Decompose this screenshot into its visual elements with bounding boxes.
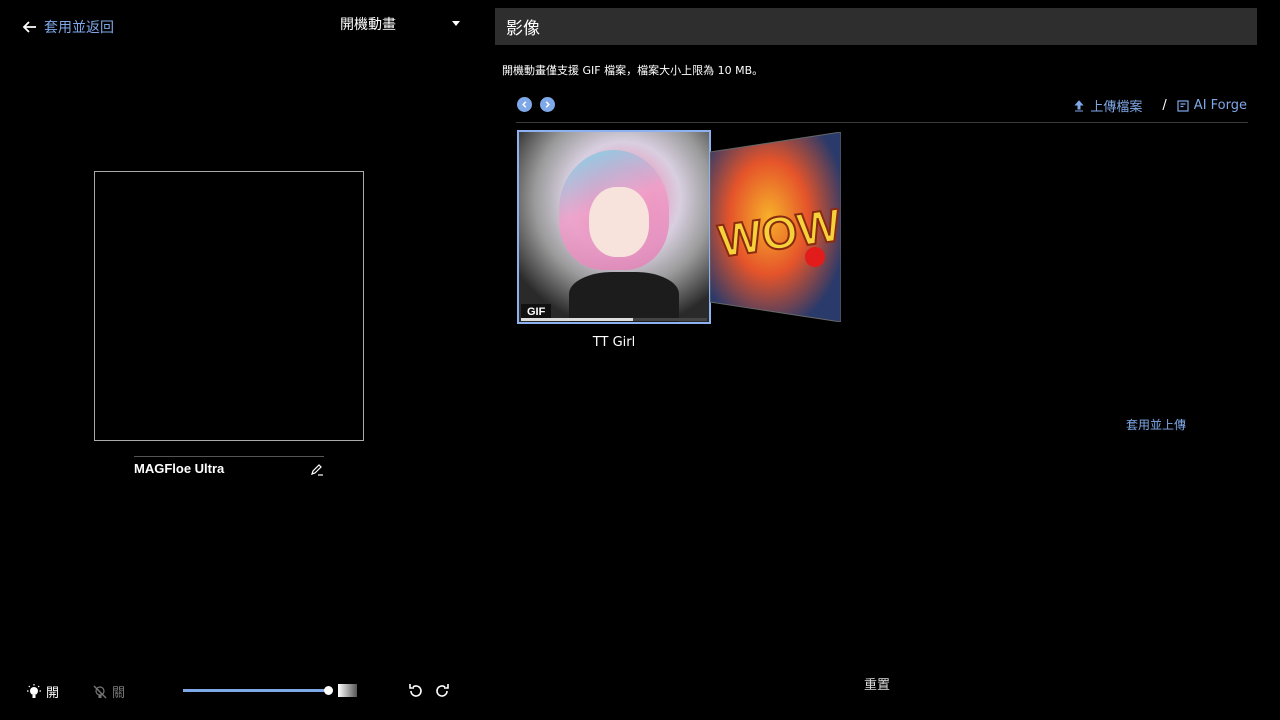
screen-preview xyxy=(94,171,364,441)
toolbar-separator: / xyxy=(1162,98,1167,113)
light-on-button[interactable]: 開 xyxy=(26,682,59,701)
gallery-card-label: TT Girl xyxy=(592,335,636,350)
rotate-left-icon[interactable] xyxy=(407,682,425,700)
tt-girl-thumbnail: GIF xyxy=(519,132,709,322)
upload-file-button[interactable]: 上傳檔案 xyxy=(1073,96,1142,115)
ai-forge-button[interactable]: AI Forge xyxy=(1177,98,1247,113)
mode-dropdown-value: 開機動畫 xyxy=(340,17,396,33)
mode-dropdown[interactable]: 開機動畫 xyxy=(340,14,465,34)
preview-progress xyxy=(521,318,707,321)
chevron-left-icon xyxy=(522,101,527,108)
light-off-button[interactable]: 關 xyxy=(92,682,125,701)
file-note: 開機動畫僅支援 GIF 檔案，檔案大小上限為 10 MB。 xyxy=(502,64,764,77)
gallery-toolbar: 上傳檔案 / AI Forge xyxy=(1073,96,1247,115)
reset-button[interactable]: 重置 xyxy=(864,674,890,693)
chevron-right-icon xyxy=(545,101,550,108)
lightbulb-off-icon xyxy=(93,685,107,698)
brightness-gradient-icon xyxy=(338,684,357,697)
arrow-left-icon xyxy=(22,21,36,33)
lightbulb-icon xyxy=(27,683,41,698)
ai-forge-label: AI Forge xyxy=(1193,98,1247,113)
apply-and-upload-button[interactable]: 套用並上傳 xyxy=(1126,416,1186,433)
upload-icon xyxy=(1074,99,1084,111)
section-title: 影像 xyxy=(506,19,540,39)
edit-icon[interactable] xyxy=(310,462,324,476)
light-off-label: 關 xyxy=(112,686,126,701)
apply-and-back-button[interactable]: 套用並返回 xyxy=(22,17,114,37)
ai-forge-icon xyxy=(1177,99,1189,112)
device-name: MAGFloe Ultra xyxy=(134,461,225,476)
gallery-card-wow[interactable]: WOW! xyxy=(710,132,841,322)
brightness-slider-track[interactable] xyxy=(183,689,328,692)
toolbar-divider xyxy=(516,122,1248,123)
caret-down-icon xyxy=(452,20,460,26)
section-header: 影像 xyxy=(495,8,1257,45)
next-button[interactable] xyxy=(540,97,555,112)
upload-file-label: 上傳檔案 xyxy=(1090,100,1143,115)
gallery-card-tt-girl[interactable]: GIF xyxy=(517,130,711,324)
light-on-label: 開 xyxy=(46,686,60,701)
brightness-slider-thumb[interactable] xyxy=(324,686,333,695)
device-name-row: MAGFloe Ultra xyxy=(134,456,324,476)
prev-button[interactable] xyxy=(517,97,532,112)
apply-and-back-label: 套用並返回 xyxy=(44,20,114,36)
rotate-right-icon[interactable] xyxy=(433,682,451,700)
